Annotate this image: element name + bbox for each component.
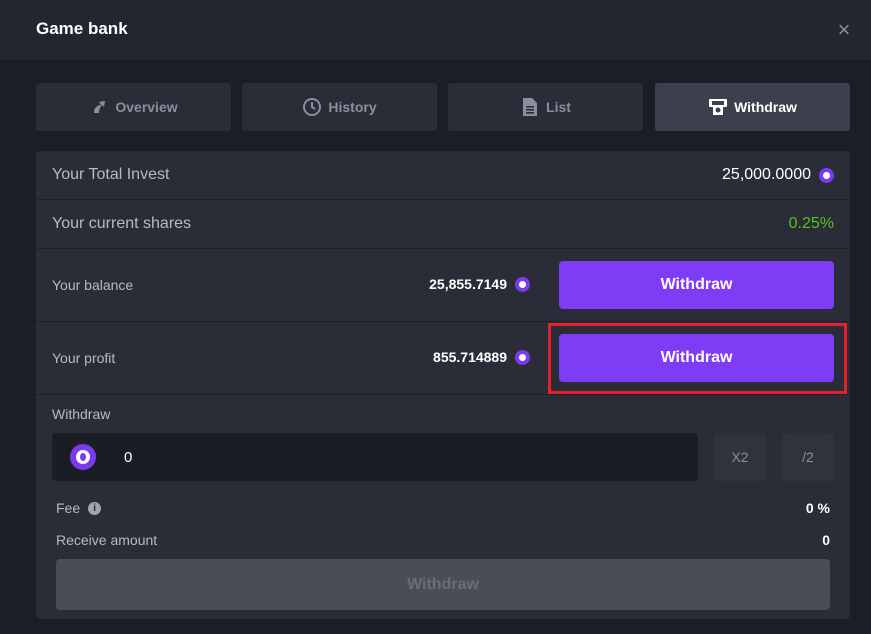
tab-withdraw[interactable]: Withdraw — [655, 83, 850, 131]
modal-header: Game bank × — [0, 0, 871, 60]
total-invest-value: 25,000.0000 — [722, 166, 811, 183]
tab-list[interactable]: List — [448, 83, 643, 131]
balance-value: 25,855.7149 — [429, 276, 507, 292]
balance-label: Your balance — [52, 277, 134, 293]
shares-value: 0.25% — [788, 215, 834, 232]
coin-icon — [70, 444, 96, 470]
fee-value: 0 % — [805, 500, 830, 516]
half-button[interactable]: /2 — [782, 433, 834, 481]
highlight-box — [548, 323, 847, 394]
tab-bar: Overview History List Withdraw — [36, 83, 850, 131]
withdraw-panel: Your Total Invest 25,000.0000 Your curre… — [36, 151, 850, 619]
receive-amount-value: 0 — [822, 532, 830, 548]
profit-value-wrap: 855.714889 — [433, 349, 530, 365]
coin-icon — [819, 167, 834, 183]
submit-withdraw-button[interactable]: Withdraw — [56, 559, 830, 610]
fee-label: Fee — [56, 500, 81, 516]
close-icon[interactable]: × — [832, 18, 856, 42]
balance-row: Your balance 25,855.7149 Withdraw — [36, 249, 850, 322]
tab-list-label: List — [546, 99, 571, 115]
overview-icon — [89, 97, 109, 117]
profit-label: Your profit — [52, 350, 116, 366]
tab-history-label: History — [328, 99, 377, 115]
total-invest-label: Your Total Invest — [52, 166, 170, 183]
balance-value-wrap: 25,855.7149 — [429, 276, 530, 292]
profit-value: 855.714889 — [433, 349, 507, 365]
shares-row: Your current shares 0.25% — [36, 200, 850, 249]
tab-overview[interactable]: Overview — [36, 83, 231, 131]
withdraw-balance-button[interactable]: Withdraw — [559, 261, 834, 309]
receive-amount-label: Receive amount — [56, 532, 158, 548]
modal-title: Game bank — [36, 19, 128, 38]
document-icon — [520, 97, 540, 117]
clock-icon — [302, 97, 322, 117]
tab-withdraw-label: Withdraw — [734, 99, 797, 115]
withdraw-icon — [708, 97, 728, 117]
double-button[interactable]: X2 — [714, 433, 766, 481]
info-icon[interactable]: i — [88, 501, 102, 515]
total-invest-row: Your Total Invest 25,000.0000 — [36, 151, 850, 200]
withdraw-label: Withdraw — [52, 406, 111, 422]
fee-label-wrap: Fee i — [56, 500, 102, 516]
amount-field[interactable] — [52, 433, 698, 481]
amount-input[interactable] — [124, 445, 624, 469]
tab-history[interactable]: History — [242, 83, 437, 131]
coin-icon — [515, 276, 530, 292]
tab-overview-label: Overview — [115, 99, 178, 115]
coin-icon — [515, 349, 530, 365]
total-invest-value-wrap: 25,000.0000 — [722, 166, 834, 184]
shares-label: Your current shares — [52, 215, 192, 232]
